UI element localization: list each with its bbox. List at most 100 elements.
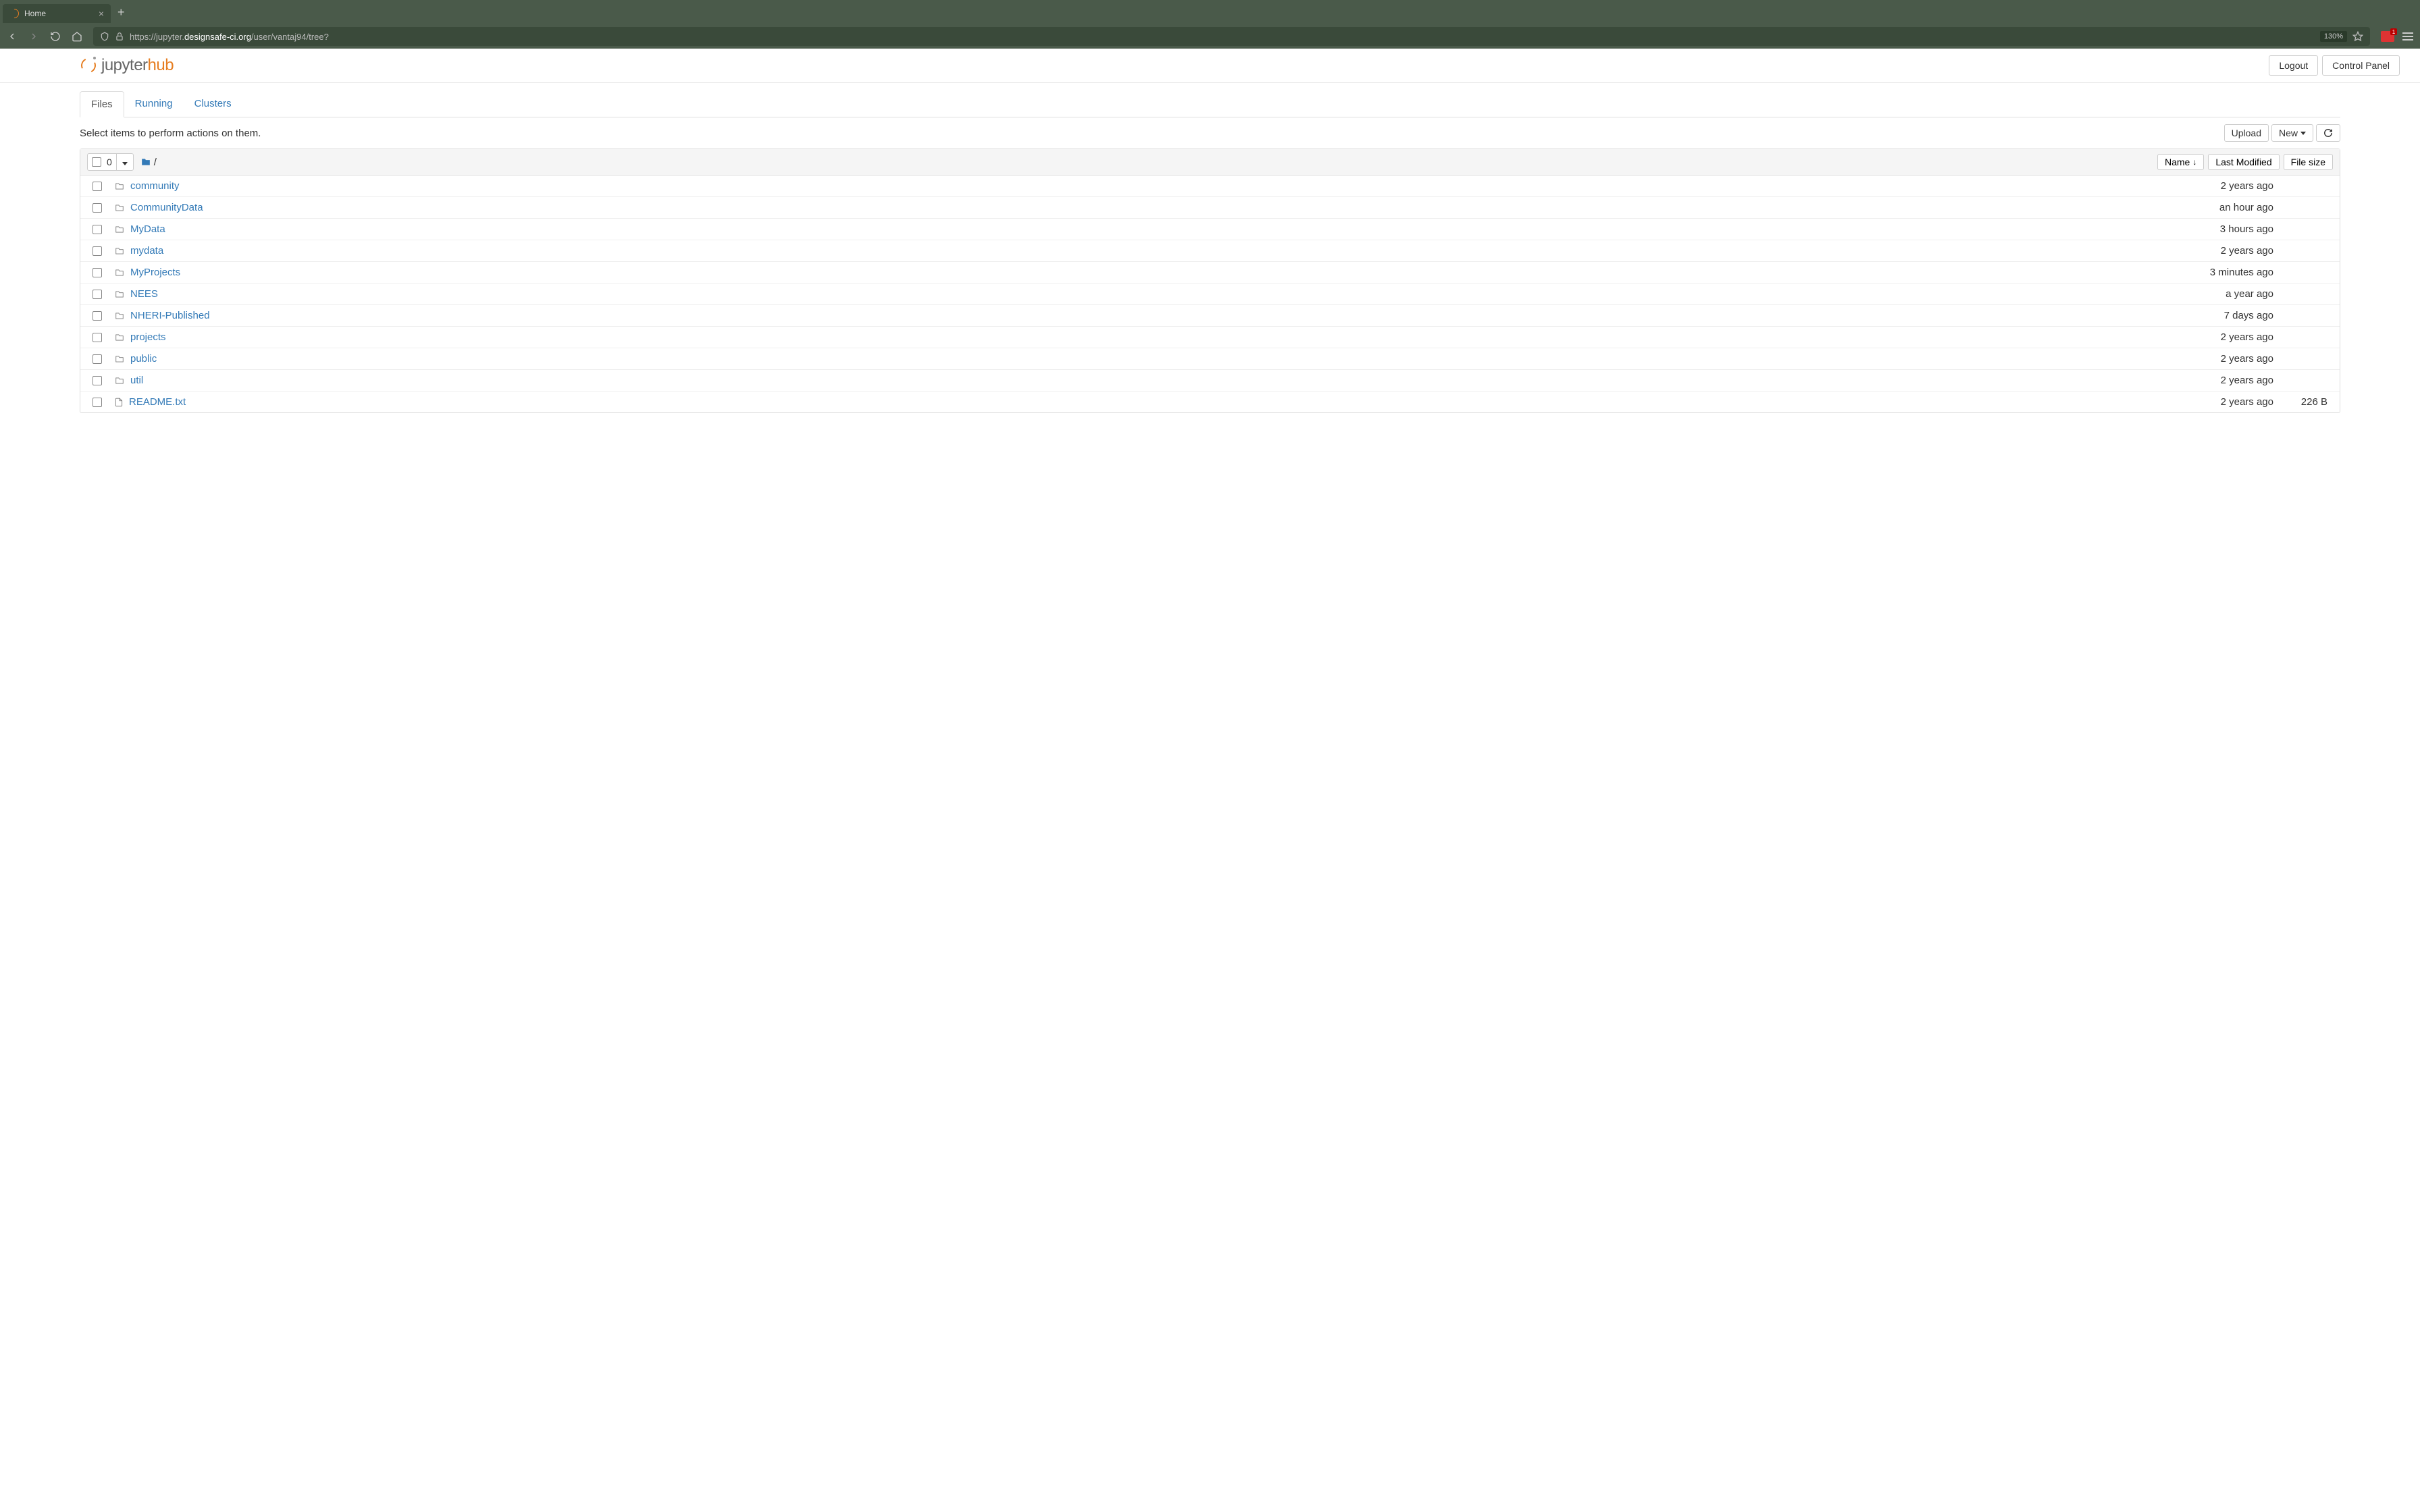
sort-name-label: Name [2165,157,2190,167]
bookmark-star-icon[interactable] [2352,31,2363,42]
file-list: 0 / Name↓ Last Modified File size commun… [80,148,2340,413]
row-checkbox[interactable] [93,354,102,364]
zoom-badge[interactable]: 130% [2320,31,2347,42]
tab-files[interactable]: Files [80,91,124,117]
browser-tab-title: Home [24,9,93,18]
jupyterhub-header: jupyterhub Logout Control Panel [0,49,2420,83]
file-row: CommunityData an hour ago [80,197,2340,219]
breadcrumb-root: / [154,157,157,168]
file-name-link[interactable]: mydata [130,245,163,256]
checkbox-icon [92,157,101,167]
file-modified: a year ago [2165,288,2273,300]
file-modified: 3 hours ago [2165,223,2273,235]
row-checkbox[interactable] [93,182,102,191]
file-icon [114,397,124,408]
file-name-link[interactable]: MyProjects [130,267,180,278]
home-icon[interactable] [72,31,82,42]
hamburger-menu-icon[interactable] [2402,32,2413,40]
tab-clusters[interactable]: Clusters [184,91,242,117]
row-checkbox[interactable] [93,376,102,385]
file-row: MyData 3 hours ago [80,219,2340,240]
select-all-group[interactable]: 0 [87,153,134,171]
folder-icon [114,268,125,277]
file-row: public2 years ago [80,348,2340,370]
main-container: Files Running Clusters Select items to p… [0,91,2420,413]
row-checkbox[interactable] [93,311,102,321]
toolbar-buttons: Upload New [2224,124,2340,142]
sort-modified-button[interactable]: Last Modified [2208,154,2279,170]
header-buttons: Logout Control Panel [2269,55,2400,76]
refresh-button[interactable] [2316,124,2340,142]
file-name-link[interactable]: NEES [130,288,158,300]
sort-name-button[interactable]: Name↓ [2157,154,2204,170]
browser-tab-bar: Home × + [0,0,2420,24]
jupyterhub-logo[interactable]: jupyterhub [80,56,174,75]
selected-count: 0 [107,157,112,167]
reload-icon[interactable] [50,31,61,42]
sort-size-button[interactable]: File size [2284,154,2333,170]
logout-button[interactable]: Logout [2269,55,2318,76]
control-panel-button[interactable]: Control Panel [2322,55,2400,76]
file-modified: 2 years ago [2165,180,2273,192]
file-rows-container: community 2 years ago CommunityData an hour… [80,176,2340,412]
new-button[interactable]: New [2271,124,2313,142]
selection-hint: Select items to perform actions on them. [80,128,261,139]
browser-tab[interactable]: Home × [3,4,111,23]
folder-icon [114,290,125,299]
back-icon[interactable] [7,31,18,42]
folder-icon [114,182,125,191]
lock-icon [115,32,124,41]
new-button-label: New [2279,128,2298,138]
url-text: https://jupyter.designsafe-ci.org/user/v… [130,32,2315,42]
file-name-link[interactable]: public [130,353,157,364]
folder-icon [114,225,125,234]
row-checkbox[interactable] [93,268,102,277]
file-row: README.txt2 years ago226 B [80,392,2340,412]
file-row: community 2 years ago [80,176,2340,197]
folder-icon [114,246,125,256]
forward-icon[interactable] [28,31,39,42]
url-bar[interactable]: https://jupyter.designsafe-ci.org/user/v… [93,27,2370,46]
refresh-icon [2323,128,2333,138]
row-checkbox[interactable] [93,290,102,299]
folder-icon [114,333,125,342]
file-modified: 7 days ago [2165,310,2273,321]
file-name-link[interactable]: community [130,180,180,192]
file-size: 226 B [2273,396,2327,408]
upload-button[interactable]: Upload [2224,124,2269,142]
shield-icon [100,32,109,41]
browser-chrome: Home × + https://jup [0,0,2420,49]
file-name-link[interactable]: README.txt [129,396,186,408]
jupyter-logo-icon [80,57,97,74]
file-row: mydata2 years ago [80,240,2340,262]
file-name-link[interactable]: projects [130,331,166,343]
logo-text: jupyterhub [101,56,174,75]
file-row: util2 years ago [80,370,2340,392]
select-dropdown[interactable] [116,154,133,170]
file-name-link[interactable]: util [130,375,143,386]
close-tab-icon[interactable]: × [99,8,104,19]
row-checkbox[interactable] [93,398,102,407]
file-name-link[interactable]: MyData [130,223,165,235]
file-name-link[interactable]: NHERI-Published [130,310,210,321]
row-checkbox[interactable] [93,225,102,234]
file-modified: an hour ago [2165,202,2273,213]
folder-icon [114,354,125,364]
extension-icon[interactable] [2381,31,2394,42]
file-name-link[interactable]: CommunityData [130,202,203,213]
file-list-header: 0 / Name↓ Last Modified File size [80,149,2340,176]
folder-icon [140,157,151,167]
folder-icon [114,311,125,321]
row-checkbox[interactable] [93,333,102,342]
nav-icon-group [7,31,82,42]
tab-running[interactable]: Running [124,91,184,117]
row-checkbox[interactable] [93,246,102,256]
new-tab-button[interactable]: + [117,5,125,20]
folder-icon [114,203,125,213]
select-all-checkbox[interactable]: 0 [88,154,116,170]
breadcrumb[interactable]: / [140,157,157,168]
jupyter-favicon [7,7,21,20]
row-checkbox[interactable] [93,203,102,213]
file-modified: 2 years ago [2165,331,2273,343]
caret-down-icon [122,162,128,165]
